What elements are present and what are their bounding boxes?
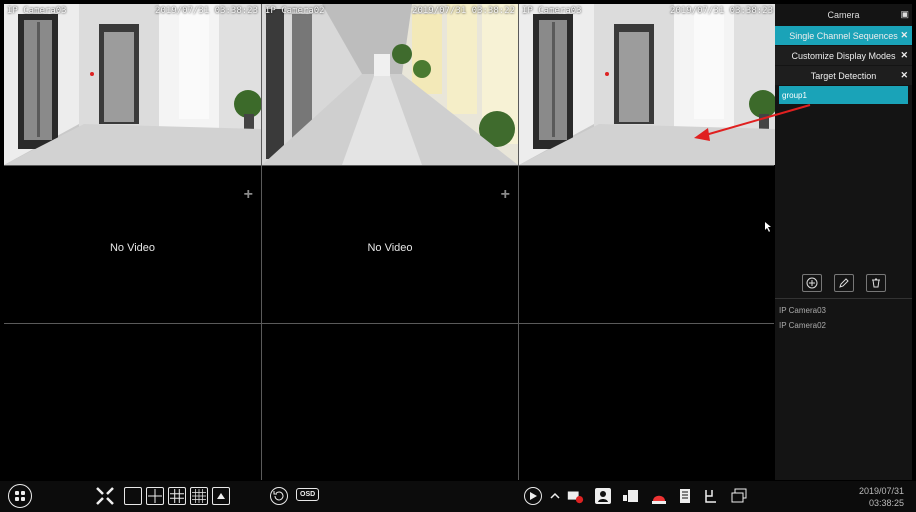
clock-date: 2019/07/31	[858, 486, 904, 496]
video-cell-7[interactable]	[4, 324, 261, 482]
video-cell-9[interactable]	[519, 324, 776, 482]
close-icon[interactable]: ✕	[900, 30, 908, 41]
quad-screen-icon	[148, 489, 162, 503]
add-camera-icon[interactable]: +	[501, 186, 510, 204]
video-cell-5[interactable]: + No Video	[262, 166, 518, 323]
channel-timestamp: 2019/07/31 03:38:23	[670, 6, 773, 16]
group-camera-list: IP Camera03 IP Camera02	[775, 298, 912, 333]
video-cell-8[interactable]	[262, 324, 518, 482]
cursor-icon	[765, 222, 771, 232]
channel-name: IP Camera03	[522, 6, 582, 16]
play-icon	[530, 492, 537, 500]
video-cell-2[interactable]: IP Camera02 2019/07/31 03:38:22	[262, 4, 518, 165]
edit-icon	[838, 278, 849, 288]
channel-name: IP Camera03	[7, 6, 67, 16]
no-video-label: No Video	[367, 242, 413, 254]
alarm-output-icon	[623, 490, 638, 502]
menu-grid-icon	[15, 491, 25, 501]
video-grid: IP Camera03 2019/07/31 03:38:23 IP Camer…	[4, 4, 776, 482]
face-detection-button[interactable]	[594, 487, 612, 505]
person-icon	[595, 488, 611, 504]
bottom-toolbar: OSD 2019/07/31 03:38:25	[0, 481, 916, 512]
menu-single-channel-sequences[interactable]: Single Channel Sequences ✕	[775, 26, 912, 45]
network-icon	[705, 490, 716, 503]
close-icon[interactable]: ✕	[900, 70, 908, 81]
pin-icon[interactable]: ▣	[900, 9, 909, 20]
clock-time: 03:38:25	[868, 498, 904, 508]
record-status-button[interactable]	[566, 487, 584, 505]
delete-group-button[interactable]	[865, 274, 886, 292]
channel-timestamp: 2019/07/31 03:38:22	[412, 6, 515, 16]
camera-record-icon	[567, 491, 584, 504]
add-icon	[806, 277, 817, 289]
video-cell-1[interactable]: IP Camera03 2019/07/31 03:38:23	[4, 4, 261, 165]
video-cell-3[interactable]: IP Camera03 2019/07/31 03:38:23	[519, 4, 776, 165]
sequence-icon	[217, 493, 225, 499]
group-list: group1	[775, 86, 912, 270]
alarm-status-button[interactable]	[650, 487, 668, 505]
disk-icon	[680, 489, 690, 503]
disk-info-button[interactable]	[676, 487, 694, 505]
panel-header: Camera ▣	[775, 4, 912, 26]
edit-group-button[interactable]	[833, 274, 854, 292]
osd-button[interactable]: OSD	[296, 488, 320, 501]
camera-feed-image	[4, 4, 261, 165]
refresh-icon	[273, 491, 284, 501]
channel-timestamp: 2019/07/31 03:38:23	[155, 6, 258, 16]
video-cell-6[interactable]	[519, 166, 776, 323]
refresh-button[interactable]	[270, 487, 288, 505]
system-clock: 2019/07/31 03:38:25	[859, 485, 904, 509]
nine-screen-icon	[170, 489, 184, 503]
menu-customize-display-modes[interactable]: Customize Display Modes ✕	[775, 46, 912, 65]
fullscreen-icon	[96, 487, 114, 505]
camera-side-panel: Camera ▣ Single Channel Sequences ✕ Cust…	[775, 4, 912, 480]
screen-switch-button[interactable]	[730, 487, 748, 505]
expand-toolbar-button[interactable]	[546, 487, 564, 505]
no-video-label: No Video	[109, 242, 156, 254]
layout-4-button[interactable]	[146, 487, 164, 505]
sequence-view-button[interactable]	[212, 487, 230, 505]
chevron-up-icon	[550, 492, 560, 499]
start-menu-button[interactable]	[8, 484, 32, 508]
playback-button[interactable]	[524, 487, 542, 505]
alarm-output-button[interactable]	[622, 487, 640, 505]
camera-feed-image	[262, 4, 518, 165]
menu-item-label: Customize Display Modes	[791, 50, 896, 61]
camera-list-item[interactable]: IP Camera03	[775, 303, 912, 318]
panel-title: Camera	[827, 10, 860, 20]
trash-icon	[871, 278, 880, 288]
close-icon[interactable]: ✕	[900, 50, 908, 61]
layout-9-button[interactable]	[168, 487, 186, 505]
channel-name: IP Camera02	[265, 6, 325, 16]
layout-1-button[interactable]	[124, 487, 142, 505]
video-cell-4[interactable]: + No Video	[4, 166, 261, 323]
menu-item-label: Target Detection	[810, 70, 877, 81]
sixteen-screen-icon	[192, 489, 206, 503]
camera-list-item[interactable]: IP Camera02	[775, 318, 912, 333]
camera-feed-image	[519, 4, 776, 165]
fullscreen-button[interactable]	[96, 487, 114, 505]
add-camera-icon[interactable]: +	[244, 186, 253, 204]
siren-icon	[652, 495, 666, 504]
network-status-button[interactable]	[702, 487, 720, 505]
layout-16-button[interactable]	[190, 487, 208, 505]
multi-screen-icon	[731, 488, 747, 503]
add-group-button[interactable]	[801, 274, 822, 292]
menu-target-detection[interactable]: Target Detection ✕	[775, 66, 912, 85]
group-item[interactable]: group1	[779, 86, 908, 104]
menu-item-label: Single Channel Sequences	[789, 30, 898, 41]
group-tools	[775, 274, 912, 292]
